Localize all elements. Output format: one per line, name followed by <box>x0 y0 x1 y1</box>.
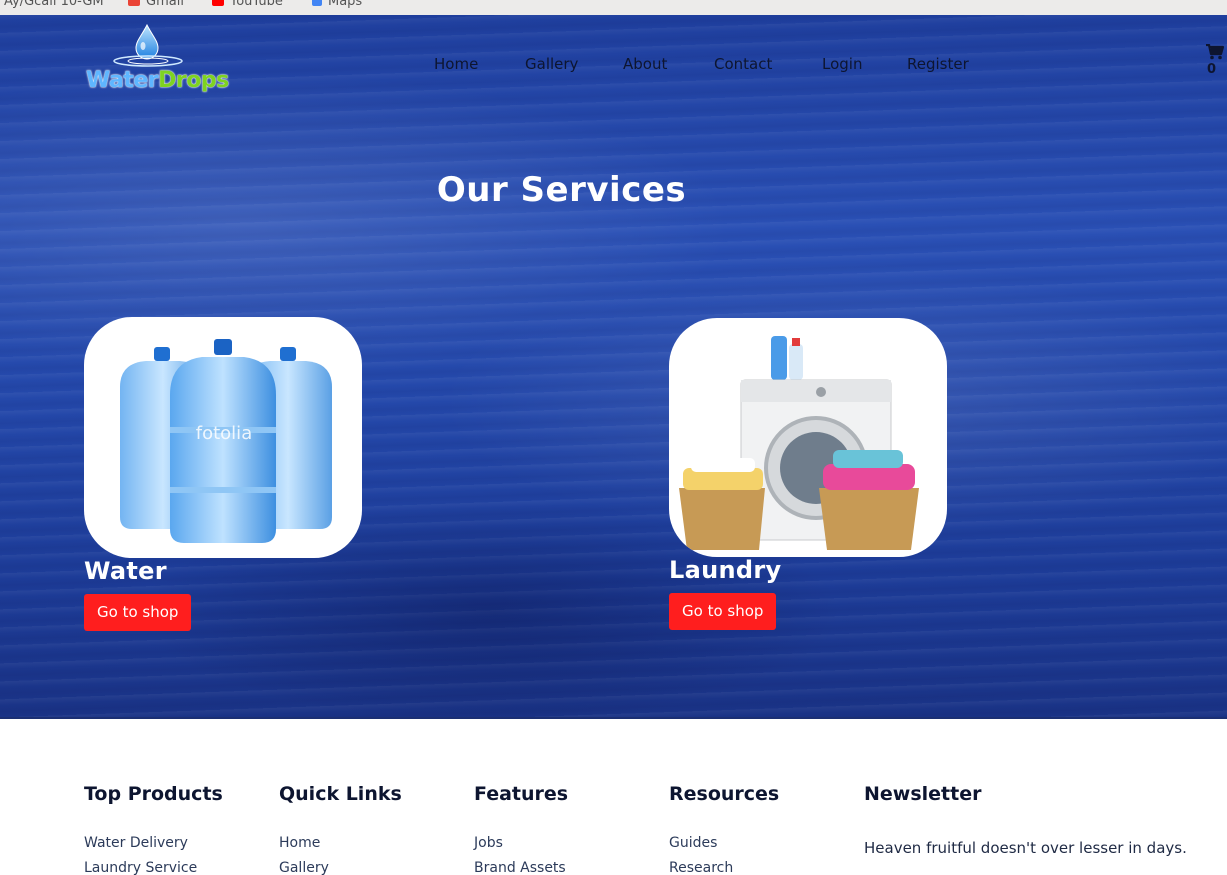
laundry-card-title: Laundry <box>669 556 782 584</box>
footer-col-newsletter: Newsletter Heaven fruitful doesn't over … <box>864 783 1187 857</box>
cart-button[interactable]: 0 <box>1205 43 1227 78</box>
newsletter-text: Heaven fruitful doesn't over lesser in d… <box>864 839 1187 857</box>
footer-link[interactable]: Jobs <box>474 835 568 851</box>
youtube-icon <box>212 0 224 6</box>
footer-col-quick-links: Quick Links Home Gallery <box>279 783 402 875</box>
topbar-item-maps[interactable]: Maps <box>312 0 362 9</box>
footer-link[interactable]: Laundry Service <box>84 860 223 875</box>
nav-about[interactable]: About <box>623 55 667 73</box>
nav-register[interactable]: Register <box>907 55 969 73</box>
footer-col-features: Features Jobs Brand Assets <box>474 783 568 875</box>
topbar-item-clock[interactable]: Ay/Gcali 10-GM <box>4 0 104 9</box>
footer-col-top-products: Top Products Water Delivery Laundry Serv… <box>84 783 223 875</box>
footer-link[interactable]: Brand Assets <box>474 860 568 875</box>
cart-icon <box>1206 43 1225 60</box>
nav-login[interactable]: Login <box>822 55 862 73</box>
laundry-machine-image <box>679 336 919 550</box>
topbar-item-youtube[interactable]: YouTube <box>212 0 283 9</box>
gmail-icon <box>128 0 140 6</box>
nav-gallery[interactable]: Gallery <box>525 55 578 73</box>
topbar-item-label: Ay/Gcali 10-GM <box>4 0 104 9</box>
newsletter-heading: Newsletter <box>864 783 982 805</box>
footer-link[interactable]: Research <box>669 860 779 875</box>
water-card-image[interactable]: fotolia <box>84 317 362 558</box>
nav-home[interactable]: Home <box>434 55 478 73</box>
laundry-card-image[interactable] <box>669 318 947 557</box>
top-strip: Ay/Gcali 10-GM Gmail YouTube Maps <box>0 0 1227 15</box>
footer-heading: Features <box>474 783 569 805</box>
topbar-item-label: YouTube <box>230 0 283 9</box>
footer-heading: Top Products <box>84 783 223 805</box>
water-bottles-image: fotolia <box>120 339 332 543</box>
footer-link[interactable]: Gallery <box>279 860 402 875</box>
topbar-item-label: Maps <box>328 0 363 9</box>
water-card-title: Water <box>84 557 167 585</box>
maps-icon <box>312 0 322 6</box>
footer-link[interactable]: Water Delivery <box>84 835 223 851</box>
water-go-to-shop-button[interactable]: Go to shop <box>84 594 192 631</box>
footer-heading: Resources <box>669 783 780 805</box>
page-title: Our Services <box>436 170 687 210</box>
footer-link[interactable]: Guides <box>669 835 779 851</box>
svg-text:fotolia: fotolia <box>196 423 252 444</box>
hero-divider <box>0 717 1227 719</box>
nav-contact[interactable]: Contact <box>714 55 772 73</box>
footer-link[interactable]: Home <box>279 835 402 851</box>
footer-heading: Quick Links <box>279 783 402 805</box>
topbar-item-label: Gmail <box>146 0 184 9</box>
footer-col-resources: Resources Guides Research <box>669 783 779 875</box>
topbar-item-gmail[interactable]: Gmail <box>128 0 184 9</box>
laundry-go-to-shop-button[interactable]: Go to shop <box>669 593 777 630</box>
cart-count: 0 <box>1207 62 1217 77</box>
main-nav: Home Gallery About Contact Login Registe… <box>0 55 1227 77</box>
